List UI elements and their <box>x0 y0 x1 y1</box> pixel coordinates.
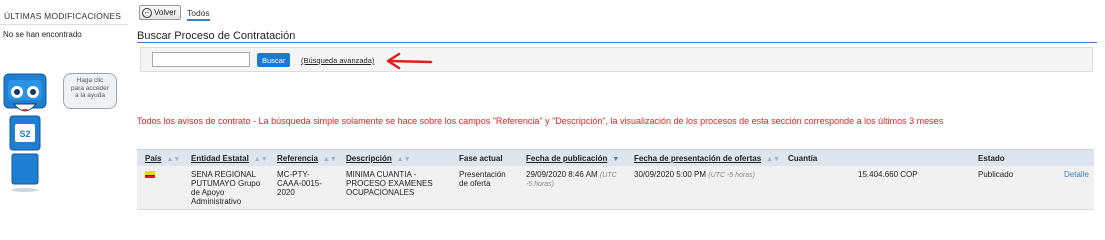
cell-entidad-line: SENA REGIONAL <box>191 170 256 179</box>
timezone-label: (UTC -5 horas) <box>708 172 755 179</box>
sort-icon: ▲▼ <box>766 156 781 163</box>
cell-fase: Presentación de oferta <box>459 170 506 188</box>
cell-referencia: MC-PTY- CAAA-0015- 2020 <box>277 170 322 197</box>
cell-fecha-presentacion: 30/09/2020 5:00 PM (UTC -5 horas) <box>634 170 755 180</box>
cell-entidad-line: PUTUMAYO Grupo <box>191 179 261 188</box>
cell-cuantia: 15.404.660 COP <box>858 170 918 179</box>
tab-todos[interactable]: Todos <box>187 8 210 21</box>
col-referencia-label: Referencia <box>277 154 318 163</box>
col-descripcion-label: Descripción <box>346 154 392 163</box>
table-row: SENA REGIONAL PUTUMAYO Grupo de Apoyo Ad… <box>137 166 1094 210</box>
main-content: ← Volver Todos Buscar Proceso de Contrat… <box>137 0 1097 233</box>
col-descripcion[interactable]: Descripción ▲▼ <box>346 154 411 163</box>
table-header: País ▲▼ Entidad Estatal ▲▼ Referencia ▲▼ De… <box>137 149 1094 166</box>
col-pais[interactable]: País ▲▼ <box>145 154 180 163</box>
cell-referencia-line: MC-PTY- <box>277 170 310 179</box>
help-bubble-line: Haga clic <box>76 77 104 84</box>
cell-entidad: SENA REGIONAL PUTUMAYO Grupo de Apoyo Ad… <box>191 170 260 206</box>
cell-estado: Publicado <box>978 170 1014 179</box>
search-button[interactable]: Buscar <box>257 53 291 67</box>
help-bubble-line: para acceder <box>71 84 109 92</box>
results-table: País ▲▼ Entidad Estatal ▲▼ Referencia ▲▼ De… <box>137 149 1094 210</box>
col-cuantia: Cuantía <box>788 154 818 163</box>
timezone-label: (UTC <box>599 172 617 179</box>
col-fase: Fase actual <box>459 154 503 163</box>
cell-descripcion: MINIMA CUANTIA - PROCESO EXAMENES OCUPAC… <box>346 170 433 197</box>
sort-desc-icon: ▼ <box>612 156 620 163</box>
advanced-search-link[interactable]: (Búsqueda avanzada) <box>301 56 374 65</box>
timezone-label: -5 horas) <box>526 181 555 188</box>
back-button[interactable]: ← Volver <box>139 5 182 20</box>
page-title: Buscar Proceso de Contratación <box>137 30 296 42</box>
cell-descripcion-line: OCUPACIONALES <box>346 188 415 197</box>
col-fecha-presentacion-label: Fecha de presentación de ofertas <box>634 154 762 163</box>
fecha-publicacion-value: 29/09/2020 8:46 AM <box>526 170 598 179</box>
sort-icon: ▲▼ <box>166 156 181 163</box>
title-divider <box>137 42 1097 43</box>
cell-fecha-publicacion: 29/09/2020 8:46 AM (UTC -5 horas) <box>526 170 617 189</box>
col-estado: Estado <box>978 154 1005 163</box>
sort-icon: ▲▼ <box>396 156 411 163</box>
col-fecha-publicacion-label: Fecha de publicación <box>526 154 608 163</box>
sidebar-divider <box>0 24 128 25</box>
cell-entidad-line: de Apoyo <box>191 188 225 197</box>
cell-fase-line: de oferta <box>459 179 491 188</box>
annotation-arrow-icon <box>386 52 433 70</box>
cell-descripcion-line: MINIMA CUANTIA - <box>346 170 417 179</box>
col-entidad-label: Entidad Estatal <box>191 154 249 163</box>
cell-entidad-line: Administrativo <box>191 197 242 206</box>
cell-descripcion-line: PROCESO EXAMENES <box>346 179 433 188</box>
col-fecha-presentacion[interactable]: Fecha de presentación de ofertas ▲▼ <box>634 154 780 163</box>
sort-icon: ▲▼ <box>322 156 337 163</box>
sidebar-title: ÚLTIMAS MODIFICACIONES <box>4 11 122 21</box>
cell-referencia-line: 2020 <box>277 188 295 197</box>
search-panel: Buscar (Búsqueda avanzada) <box>140 47 1093 72</box>
col-fecha-publicacion[interactable]: Fecha de publicación ▼ <box>526 154 619 163</box>
cell-fase-line: Presentación <box>459 170 506 179</box>
sidebar-empty-text: No se han encontrado <box>3 30 82 39</box>
col-referencia[interactable]: Referencia ▲▼ <box>277 154 337 163</box>
help-bubble-line: a la ayuda <box>75 92 105 99</box>
col-entidad[interactable]: Entidad Estatal ▲▼ <box>191 154 268 163</box>
back-button-label: Volver <box>154 8 177 17</box>
colombia-flag-icon <box>145 171 155 178</box>
fecha-presentacion-value: 30/09/2020 5:00 PM <box>634 170 707 179</box>
arrow-left-icon: ← <box>142 7 152 18</box>
robot-badge: S2 <box>19 129 30 139</box>
help-bubble[interactable]: Haga clic para acceder a la ayuda <box>63 73 117 109</box>
cell-referencia-line: CAAA-0015- <box>277 179 322 188</box>
sort-icon: ▲▼ <box>253 156 268 163</box>
sidebar: ÚLTIMAS MODIFICACIONES No se han encontr… <box>0 0 130 233</box>
search-notice: Todos los avisos de contrato - La búsque… <box>137 116 944 126</box>
search-input[interactable] <box>152 52 250 67</box>
col-pais-label: País <box>145 154 162 163</box>
detalle-link[interactable]: Detalle <box>1064 170 1089 179</box>
